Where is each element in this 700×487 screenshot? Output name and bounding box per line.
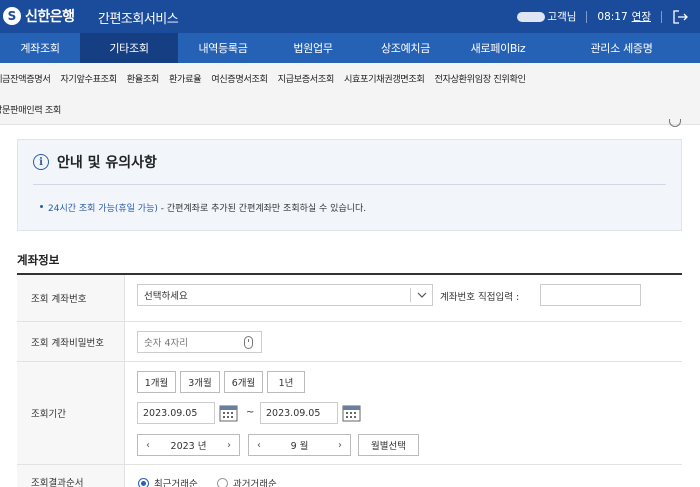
notice-text: 24시간 조회 가능(휴일 가능) - 간편계좌로 추가된 간편계좌만 조회하실… xyxy=(48,201,366,214)
session-timer: 08:17 xyxy=(597,10,628,23)
notice-body: - 간편계좌로 추가된 간편계좌만 조회하실 수 있습니다. xyxy=(157,204,367,214)
chevron-right-icon[interactable]: › xyxy=(219,440,239,451)
divider xyxy=(661,10,662,23)
sub-nav: 예금잔액증명서 자기앞수표조회 환율조회 환가료율 여신증명서조회 지급보증서조… xyxy=(0,63,700,125)
divider xyxy=(586,10,588,23)
chevron-left-icon[interactable]: ‹ xyxy=(138,440,158,451)
bank-logo[interactable]: S 신한은행 xyxy=(3,6,75,26)
sub-nav-row: 방문판매인력 조회 xyxy=(0,94,71,124)
notice-title: i 안내 및 유의사항 xyxy=(33,152,157,172)
shinhan-logo-icon: S xyxy=(3,7,21,25)
radio-recent[interactable]: 최근거래순 xyxy=(138,476,198,487)
direct-input-label: 계좌번호 직접입력 : xyxy=(440,292,520,303)
sub-nav-item[interactable]: 여신증명서조회 xyxy=(211,71,268,85)
calendar-icon[interactable] xyxy=(219,403,238,422)
sub-nav-item[interactable]: 환율조회 xyxy=(127,71,160,85)
notice-highlight: 24시간 조회 가능(휴일 가능) xyxy=(48,204,158,214)
sub-nav-item[interactable]: 시효포기채권갱면조회 xyxy=(344,71,425,85)
calendar-icon[interactable] xyxy=(342,403,361,422)
period-label: 조회기간 xyxy=(17,362,125,464)
user-area: 고객님 08:17 연장 xyxy=(517,9,688,24)
main-nav-court-work[interactable]: 법원업무 xyxy=(268,33,358,63)
account-select-value: 선택하세요 xyxy=(144,291,188,302)
period-1year-button[interactable]: 1년 xyxy=(267,371,305,393)
range-separator: ~ xyxy=(246,407,255,418)
top-header: S 신한은행 간편조회서비스 고객님 08:17 연장 xyxy=(0,0,700,33)
main-nav-funeral-deposit[interactable]: 상조예치금 xyxy=(358,33,453,63)
year-value: 2023 년 xyxy=(170,441,207,452)
password-label: 조회 계좌비밀번호 xyxy=(17,322,125,361)
radio-dot xyxy=(138,477,149,487)
radio-recent-label: 최근거래순 xyxy=(154,479,198,487)
chevron-down-icon xyxy=(410,288,432,302)
start-date-input[interactable]: 2023.09.05 xyxy=(137,402,215,424)
main-nav-saeropay-biz[interactable]: 새로페이Biz xyxy=(453,33,543,63)
main-nav-account-inquiry[interactable]: 계좌조회 xyxy=(0,33,80,63)
sub-nav-item[interactable]: 자기앞수표조회 xyxy=(60,71,117,85)
radio-dot xyxy=(217,477,228,487)
bank-name: 신한은행 xyxy=(25,9,75,25)
year-stepper: ‹ 2023 년 › xyxy=(137,434,240,456)
account-form: 조회 계좌번호 선택하세요 계좌번호 직접입력 : 조회 계좌비밀번호 숫자 4… xyxy=(17,273,682,487)
main-nav-other-inquiry[interactable]: 기타조회 xyxy=(80,33,178,63)
account-label: 조회 계좌번호 xyxy=(17,275,125,321)
sub-nav-item[interactable]: 예금잔액증명서 xyxy=(0,71,51,85)
order-row: 조회결과순서 최근거래순 과거거래순 xyxy=(17,465,682,487)
sub-nav-item[interactable]: 지급보증서조회 xyxy=(278,71,335,85)
user-suffix: 고객님 xyxy=(547,11,577,23)
print-icon[interactable] xyxy=(669,119,681,127)
radio-past-label: 과거거래순 xyxy=(233,479,277,487)
end-date-input[interactable]: 2023.09.05 xyxy=(260,402,338,424)
period-row: 조회기간 1개월 3개월 6개월 1년 2023.09.05 ~ 2023.09… xyxy=(17,362,682,465)
main-nav-management-cert[interactable]: 관리소 세증명 xyxy=(543,33,700,63)
section-title: 계좌정보 xyxy=(17,253,60,267)
main-nav-tuition[interactable]: 내역등록금 xyxy=(178,33,268,63)
extend-session-link[interactable]: 연장 xyxy=(632,9,651,24)
account-row: 조회 계좌번호 선택하세요 계좌번호 직접입력 : xyxy=(17,275,682,322)
divider xyxy=(33,184,666,185)
period-1month-button[interactable]: 1개월 xyxy=(137,371,176,393)
period-3month-button[interactable]: 3개월 xyxy=(180,371,220,393)
account-select[interactable]: 선택하세요 xyxy=(137,284,433,306)
period-6month-button[interactable]: 6개월 xyxy=(224,371,263,393)
main-nav: 계좌조회 기타조회 내역등록금 법원업무 상조예치금 새로페이Biz 관리소 세… xyxy=(0,33,700,63)
info-icon: i xyxy=(33,154,49,170)
password-placeholder: 숫자 4자리 xyxy=(144,338,189,349)
direct-account-input[interactable] xyxy=(540,284,641,306)
notice-box: i 안내 및 유의사항 24시간 조회 가능(휴일 가능) - 간편계좌로 추가… xyxy=(17,139,682,231)
logout-icon[interactable] xyxy=(672,9,688,24)
chevron-right-icon[interactable]: › xyxy=(330,440,350,451)
month-stepper: ‹ 9 월 › xyxy=(248,434,351,456)
sub-nav-item[interactable]: 방문판매인력 조회 xyxy=(0,102,61,116)
month-select-button[interactable]: 월별선택 xyxy=(358,434,419,456)
password-input[interactable]: 숫자 4자리 xyxy=(137,331,262,353)
password-row: 조회 계좌비밀번호 숫자 4자리 xyxy=(17,322,682,362)
bullet xyxy=(40,205,43,208)
masked-user-name xyxy=(517,11,546,22)
notice-title-text: 안내 및 유의사항 xyxy=(57,155,157,171)
chevron-left-icon[interactable]: ‹ xyxy=(249,440,269,451)
mouse-icon[interactable] xyxy=(244,336,253,349)
order-label: 조회결과순서 xyxy=(17,465,125,487)
sub-nav-row: 예금잔액증명서 자기앞수표조회 환율조회 환가료율 여신증명서조회 지급보증서조… xyxy=(0,63,536,93)
service-title: 간편조회서비스 xyxy=(98,12,179,27)
month-value: 9 월 xyxy=(290,441,309,452)
sub-nav-item[interactable]: 전자상환위임장 진위확인 xyxy=(434,71,526,85)
radio-past[interactable]: 과거거래순 xyxy=(217,476,277,487)
sub-nav-item[interactable]: 환가료율 xyxy=(169,71,202,85)
